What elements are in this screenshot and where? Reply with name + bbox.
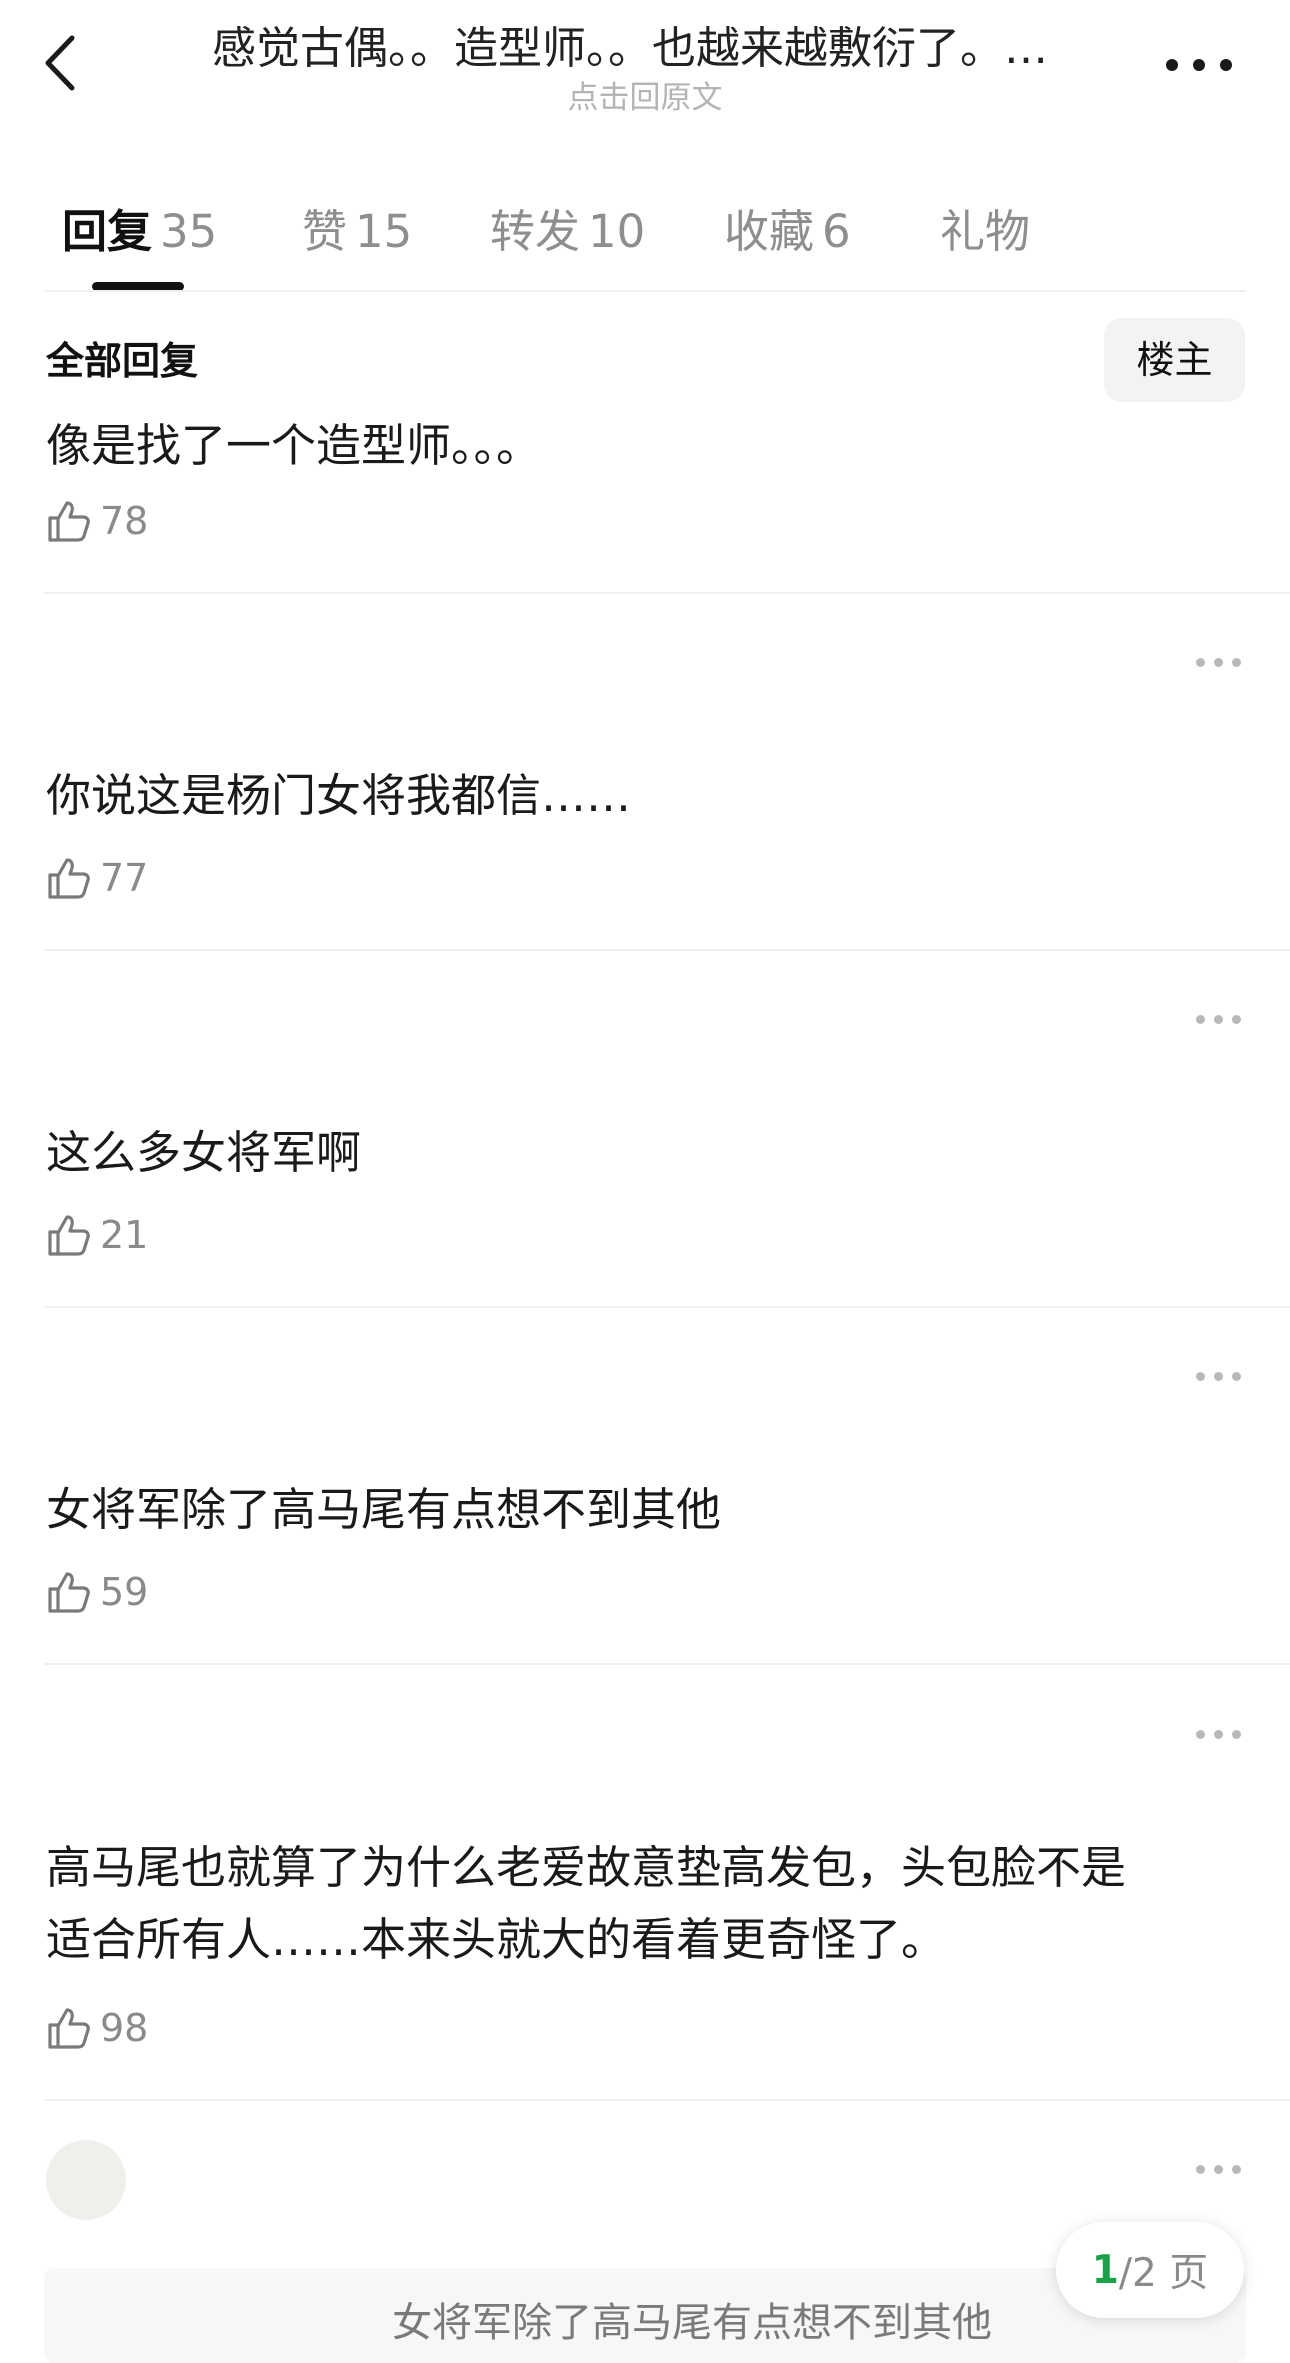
- comment-text: 这么多女将军啊: [46, 1126, 362, 1179]
- like-button[interactable]: 78: [46, 497, 148, 545]
- section-title: 全部回复: [46, 339, 199, 383]
- divider: [44, 1306, 1290, 1308]
- comment-more-icon[interactable]: [1196, 1015, 1242, 1025]
- current-page: 1: [1091, 2247, 1119, 2293]
- like-button[interactable]: 21: [46, 1211, 148, 1259]
- tab-reposts[interactable]: 转发 10: [490, 195, 724, 265]
- comment-more-icon[interactable]: [1196, 658, 1242, 668]
- tab-likes[interactable]: 赞 15: [302, 195, 490, 265]
- comment-line: 适合所有人……本来头就大的看着更奇怪了。: [46, 1913, 947, 1966]
- comment-line: 高马尾也就算了为什么老爱故意垫高发包，头包脸不是: [46, 1841, 1127, 1894]
- comment-more-icon[interactable]: [1196, 1730, 1242, 1740]
- thumb-up-icon: [48, 1215, 90, 1256]
- back-arrow-icon: [45, 35, 75, 91]
- divider: [44, 592, 1290, 594]
- total-pages: /2 页: [1118, 2251, 1209, 2296]
- back-to-original-link[interactable]: 点击回原文: [160, 72, 1130, 117]
- comment-text: 你说这是杨门女将我都信……: [46, 769, 632, 822]
- page-indicator[interactable]: 1/2 页: [1056, 2222, 1244, 2318]
- like-count: 77: [100, 856, 149, 900]
- divider: [44, 949, 1290, 951]
- post-title[interactable]: 感觉古偶。。造型师。。也越来越敷衍了。…: [160, 12, 1100, 76]
- divider: [44, 2099, 1290, 2101]
- like-button[interactable]: 77: [46, 854, 148, 902]
- comment-text: 高马尾也就算了为什么老爱故意垫高发包，头包脸不是 适合所有人……本来头就大的看着…: [46, 1832, 1246, 1976]
- thumb-up-icon: [48, 501, 90, 542]
- tab-replies[interactable]: 回复 35: [62, 195, 302, 265]
- comment-more-icon[interactable]: [1196, 1372, 1242, 1382]
- more-icon[interactable]: [1164, 44, 1234, 84]
- like-count: 21: [100, 1213, 149, 1257]
- like-count: 98: [100, 2006, 149, 2050]
- divider: [44, 1663, 1290, 1665]
- comment-text: 女将军除了高马尾有点想不到其他: [46, 1483, 722, 1536]
- thumb-up-icon: [48, 1572, 90, 1613]
- like-button[interactable]: 59: [46, 1568, 148, 1616]
- quoted-reply-text: 女将军除了高马尾有点想不到其他: [392, 2300, 992, 2346]
- thumb-up-icon: [48, 858, 90, 899]
- comment-more-icon[interactable]: [1196, 2165, 1242, 2175]
- like-button[interactable]: 98: [46, 2004, 148, 2052]
- like-count: 59: [100, 1570, 149, 1614]
- tab-favorites[interactable]: 收藏 6: [724, 195, 940, 265]
- thumb-up-icon: [48, 2008, 90, 2049]
- comment-text: 像是找了一个造型师。。。: [46, 419, 542, 472]
- owner-only-button[interactable]: 楼主: [1104, 318, 1245, 402]
- tab-bar: 回复 35 赞 15 转发 10 收藏 6 礼物: [62, 195, 1080, 265]
- avatar[interactable]: [46, 2140, 126, 2220]
- back-button[interactable]: [36, 30, 96, 100]
- like-count: 78: [100, 499, 149, 543]
- tab-gifts[interactable]: 礼物: [940, 195, 1080, 265]
- divider: [44, 290, 1246, 292]
